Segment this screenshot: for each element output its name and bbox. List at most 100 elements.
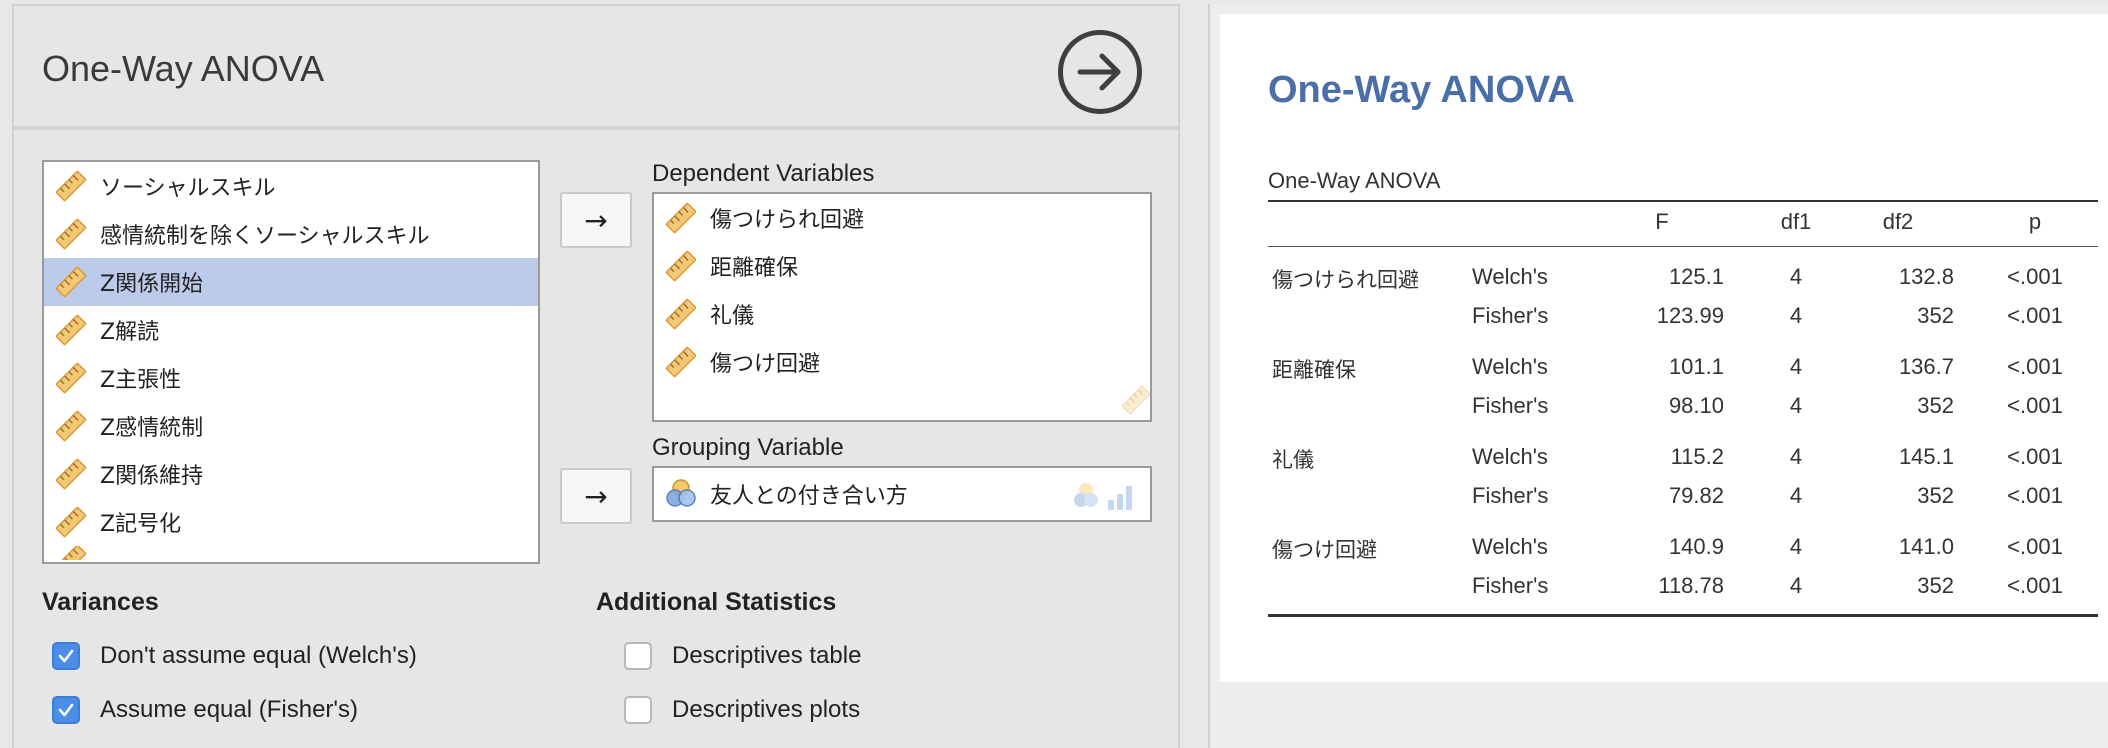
cell-df2: 352 bbox=[1917, 483, 1954, 508]
move-to-dependent-button[interactable]: → bbox=[560, 192, 632, 248]
cell-f: 79.82 bbox=[1668, 483, 1724, 508]
cell-f: 123.99 bbox=[1656, 303, 1724, 328]
variable-name: Z記号化 bbox=[100, 512, 182, 537]
cell-test: Fisher's bbox=[1472, 303, 1549, 328]
variable-list-item[interactable]: Z記号化 bbox=[44, 498, 538, 546]
run-analysis-button[interactable] bbox=[1058, 30, 1142, 114]
results-sheet: One-Way ANOVA One-Way ANOVA Fdf1 df2 p 傷つけ… bbox=[1220, 14, 2108, 682]
ruler-icon bbox=[55, 218, 87, 250]
cell-test: Fisher's bbox=[1472, 573, 1549, 598]
cell-f: 101.1 bbox=[1668, 354, 1724, 379]
cell-df1: 4 bbox=[1789, 303, 1803, 328]
cell-f: 140.9 bbox=[1668, 534, 1724, 559]
variable-list-item[interactable]: Z関係開始 bbox=[44, 258, 538, 306]
dependent-variable-item[interactable]: 傷つけられ回避 bbox=[654, 194, 1150, 242]
ruler-hint-icon bbox=[1121, 385, 1151, 415]
variable-name: Z関係開始 bbox=[100, 272, 204, 297]
additional-statistics-title: Additional Statistics bbox=[596, 588, 837, 616]
nominal-ordinal-hint-icon bbox=[1074, 483, 1132, 510]
dependent-variables-items: 傷つけられ回避 距離確保礼儀傷つけ回避 bbox=[654, 194, 1150, 386]
cell-test: Welch's bbox=[1472, 264, 1548, 289]
cell-test: Welch's bbox=[1472, 444, 1548, 469]
cell-df2: 136.7 bbox=[1898, 354, 1954, 379]
cell-df2: 145.1 bbox=[1898, 444, 1954, 469]
checkbox[interactable] bbox=[624, 696, 652, 724]
variable-list-item-partial[interactable] bbox=[44, 546, 538, 560]
anova-table-caption: One-Way ANOVA bbox=[1268, 168, 1441, 193]
variance-option[interactable]: Don't assume equal (Welch's) bbox=[52, 642, 417, 670]
column-header: F bbox=[1655, 209, 1669, 234]
checkbox-label: Don't assume equal (Welch's) bbox=[100, 642, 417, 669]
cell-df1: 4 bbox=[1789, 483, 1803, 508]
dependent-variables-box[interactable]: 傷つけられ回避 距離確保礼儀傷つけ回避 bbox=[652, 192, 1152, 422]
additional-statistic-option[interactable]: Descriptives table bbox=[624, 642, 861, 670]
cell-f: 98.10 bbox=[1668, 393, 1724, 418]
cell-test: Fisher's bbox=[1472, 393, 1549, 418]
cell-df1: 4 bbox=[1789, 393, 1803, 418]
options-header: One-Way ANOVA bbox=[14, 6, 1178, 130]
checkmark-icon bbox=[58, 649, 74, 663]
checkbox[interactable] bbox=[52, 642, 80, 670]
arrow-right-icon: → bbox=[584, 203, 608, 237]
table-top-rule bbox=[1268, 200, 2098, 202]
ruler-icon bbox=[55, 546, 87, 560]
variable-name: ソーシャルスキル bbox=[100, 176, 276, 201]
cell-p: <.001 bbox=[2007, 534, 2063, 559]
options-panel: One-Way ANOVA ソーシャルスキル感情統制を除くソーシャルスキル Z関係… bbox=[12, 4, 1180, 748]
checkmark-icon bbox=[58, 703, 74, 717]
checkbox[interactable] bbox=[624, 642, 652, 670]
variable-name: 感情統制を除くソーシャルスキル bbox=[100, 224, 430, 249]
grouping-variable-name: 友人との付き合い方 bbox=[710, 484, 908, 509]
cell-variable: 傷つけ回避 bbox=[1272, 538, 1377, 562]
additional-statistic-option[interactable]: Descriptives plots bbox=[624, 696, 860, 724]
ruler-icon bbox=[665, 346, 697, 378]
available-variables-list[interactable]: ソーシャルスキル感情統制を除くソーシャルスキル Z関係開始 Z解読 Z主張性 Z感情統制… bbox=[42, 160, 540, 564]
ruler-icon bbox=[55, 506, 87, 538]
checkbox[interactable] bbox=[52, 696, 80, 724]
column-header: p bbox=[2028, 209, 2042, 234]
variable-name: Z関係維持 bbox=[100, 464, 204, 489]
results-panel: One-Way ANOVA One-Way ANOVA Fdf1 df2 p 傷つけ… bbox=[1208, 4, 2108, 748]
cell-variable: 距離確保 bbox=[1272, 358, 1356, 382]
variable-list-item[interactable]: Z関係維持 bbox=[44, 450, 538, 498]
cell-p: <.001 bbox=[2007, 444, 2063, 469]
cell-df2: 352 bbox=[1917, 303, 1954, 328]
ruler-icon bbox=[55, 266, 87, 298]
cell-p: <.001 bbox=[2007, 303, 2063, 328]
analysis-title: One-Way ANOVA bbox=[42, 48, 325, 89]
ruler-icon bbox=[665, 298, 697, 330]
variance-option[interactable]: Assume equal (Fisher's) bbox=[52, 696, 358, 724]
ruler-icon bbox=[55, 410, 87, 442]
variable-list-item[interactable]: 感情統制を除くソーシャルスキル bbox=[44, 210, 538, 258]
variable-list-item[interactable]: Z解読 bbox=[44, 306, 538, 354]
cell-df1: 4 bbox=[1789, 573, 1803, 598]
dependent-variable-item[interactable]: 傷つけ回避 bbox=[654, 338, 1150, 386]
venn-circles-icon bbox=[666, 479, 696, 507]
cell-df2: 132.8 bbox=[1898, 264, 1954, 289]
cell-p: <.001 bbox=[2007, 264, 2063, 289]
variable-list-item[interactable]: Z感情統制 bbox=[44, 402, 538, 450]
cell-test: Welch's bbox=[1472, 534, 1548, 559]
dependent-variables-label: Dependent Variables bbox=[652, 160, 875, 187]
table-bottom-rule bbox=[1268, 614, 2098, 617]
cell-variable: 礼儀 bbox=[1272, 448, 1314, 472]
cell-df2: 352 bbox=[1917, 393, 1954, 418]
variable-list-item[interactable]: Z主張性 bbox=[44, 354, 538, 402]
ruler-icon bbox=[55, 314, 87, 346]
column-header: df1 bbox=[1780, 209, 1812, 234]
variable-name: Z感情統制 bbox=[100, 416, 204, 441]
dependent-variable-item[interactable]: 距離確保 bbox=[654, 242, 1150, 290]
checkbox-label: Descriptives plots bbox=[672, 696, 861, 723]
move-to-grouping-button[interactable]: → bbox=[560, 468, 632, 524]
grouping-variable-box[interactable]: 友人との付き合い方 bbox=[652, 466, 1152, 522]
results-heading: One-Way ANOVA bbox=[1268, 69, 1575, 111]
variances-title: Variances bbox=[42, 588, 159, 616]
variable-list-item[interactable]: ソーシャルスキル bbox=[44, 162, 538, 210]
dependent-variable-item[interactable]: 礼儀 bbox=[654, 290, 1150, 338]
cell-test: Fisher's bbox=[1472, 483, 1549, 508]
cell-variable: 傷つけられ回避 bbox=[1272, 268, 1419, 292]
variable-name: 礼儀 bbox=[710, 304, 755, 329]
variable-name: 傷つけ回避 bbox=[710, 352, 821, 377]
cell-test: Welch's bbox=[1472, 354, 1548, 379]
ruler-icon bbox=[665, 250, 697, 282]
